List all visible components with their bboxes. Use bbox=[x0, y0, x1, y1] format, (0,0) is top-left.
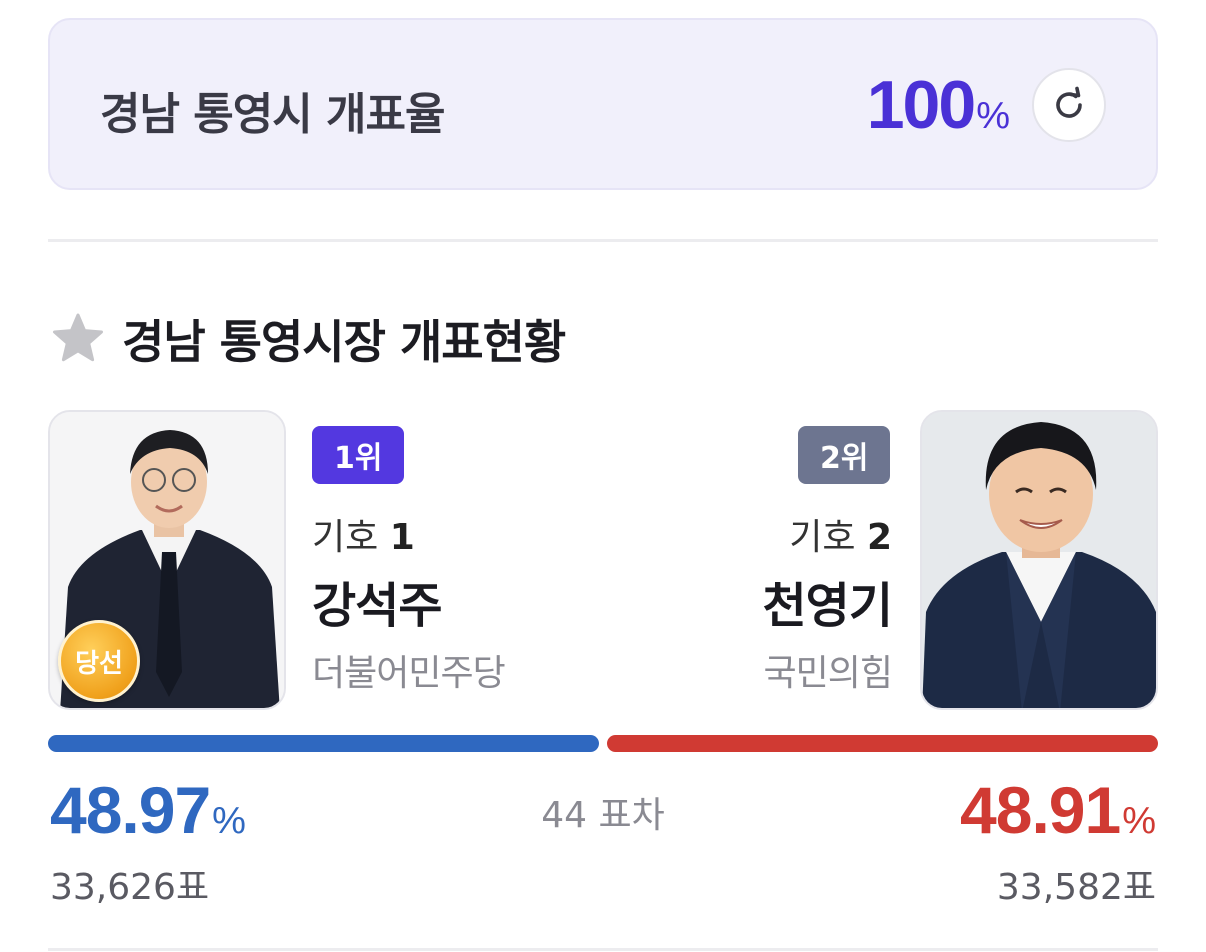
vote-percent-2: 48.91 % bbox=[960, 772, 1156, 848]
candidate-name-1: 강석주 bbox=[312, 578, 442, 634]
vote-count-2: 33,582표 bbox=[996, 867, 1156, 908]
turnout-label: 경남 통영시 개표율 bbox=[100, 89, 445, 140]
vote-percent-number: 48.91 bbox=[960, 773, 1121, 847]
candidate-name-2: 천영기 bbox=[762, 578, 893, 634]
vote-bar-candidate-2 bbox=[607, 735, 1158, 752]
vote-bar-candidate-1 bbox=[48, 735, 599, 752]
turnout-number: 100 bbox=[866, 67, 976, 143]
rank-badge-2: 2위 bbox=[798, 426, 891, 484]
rank-badge-1: 1위 bbox=[312, 426, 405, 484]
candidate-number-label: 기호 bbox=[312, 517, 379, 558]
candidate-number-value: 2 bbox=[866, 517, 892, 558]
divider bbox=[48, 239, 1158, 242]
candidate-number-2: 기호 2 bbox=[789, 508, 892, 560]
turnout-value: 100 % bbox=[867, 66, 1010, 144]
section-title: 경남 통영시장 개표현황 bbox=[122, 315, 566, 369]
candidate-number-label: 기호 bbox=[789, 517, 856, 558]
candidate-photo-2 bbox=[920, 410, 1158, 710]
star-icon[interactable] bbox=[50, 311, 106, 367]
refresh-button[interactable] bbox=[1032, 68, 1106, 142]
candidate-number-1: 기호 1 bbox=[312, 508, 415, 560]
turnout-unit: % bbox=[976, 95, 1010, 137]
winner-badge: 당선 bbox=[58, 620, 140, 702]
turnout-card: 경남 통영시 개표율 100 % bbox=[48, 18, 1158, 190]
candidate-party-2: 국민의힘 bbox=[763, 653, 893, 694]
vote-count-1: 33,626표 bbox=[50, 867, 210, 908]
divider bbox=[48, 948, 1158, 951]
candidate-number-value: 1 bbox=[389, 517, 415, 558]
refresh-icon bbox=[1056, 86, 1082, 118]
vote-percent-unit: % bbox=[1122, 800, 1156, 842]
section-header: 경남 통영시장 개표현황 bbox=[50, 306, 566, 372]
candidate-party-1: 더불어민주당 bbox=[312, 653, 506, 694]
